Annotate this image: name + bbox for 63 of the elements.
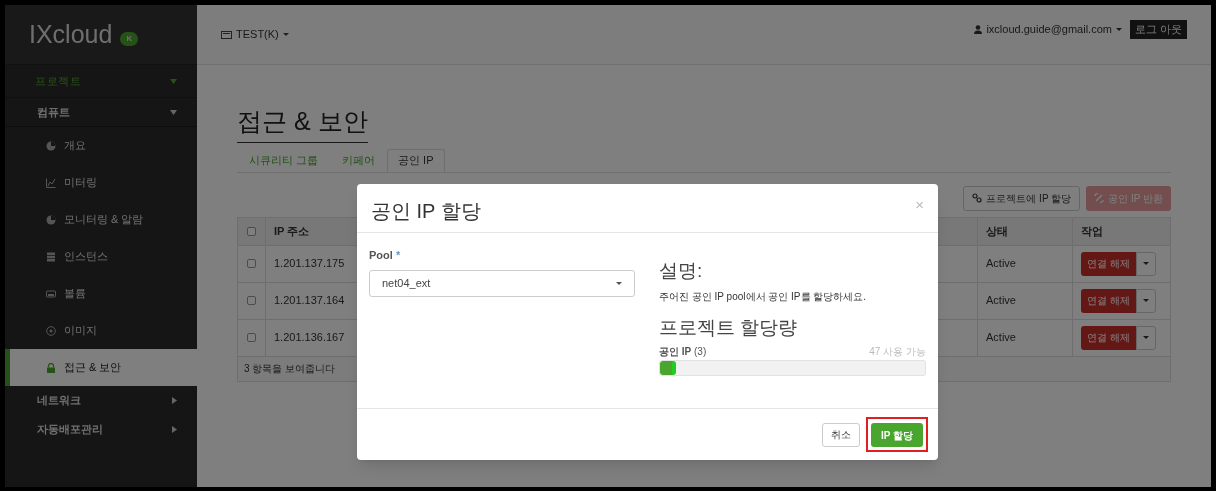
dropdown-toggle[interactable]	[1135, 251, 1156, 276]
user-icon	[974, 25, 983, 34]
dropdown-toggle[interactable]	[1135, 325, 1156, 350]
caret-right-icon	[172, 425, 177, 433]
required-mark: *	[395, 249, 401, 261]
disc-icon	[46, 325, 56, 336]
column-header: 작업	[1081, 223, 1103, 239]
select-all-checkbox[interactable]	[247, 226, 256, 236]
description-text: 주어진 공인 IP pool에서 공인 IP를 할당하세요.	[659, 289, 868, 304]
sidebar-item[interactable]: 접근 & 보안	[5, 349, 197, 386]
item-count: 3 항목을 보여줍니다	[244, 362, 336, 376]
field-label: Pool	[369, 249, 393, 261]
tab[interactable]: 키페어	[330, 148, 388, 172]
caret-right-icon	[172, 396, 177, 404]
pie-chart-icon	[46, 140, 56, 151]
row-checkbox[interactable]	[247, 296, 256, 305]
caret-down-icon	[170, 78, 177, 84]
drive-icon	[46, 288, 56, 299]
tab[interactable]: 공인 IP	[387, 148, 445, 172]
caret-icon	[1115, 28, 1122, 31]
row-checkbox[interactable]	[247, 259, 256, 268]
column-header: IP 주소	[274, 223, 310, 239]
caret-icon	[1142, 336, 1149, 339]
table-cell-text: 1.201.136.167	[274, 330, 345, 346]
table-cell-text: Active	[986, 256, 1016, 272]
quota-label: 공인 IP (3)	[659, 345, 707, 359]
table-cell-text: 1.201.137.175	[274, 256, 345, 272]
cloud-badge: K	[120, 31, 139, 46]
section-heading: 설명:	[659, 259, 704, 283]
server-icon	[46, 251, 56, 262]
close-button[interactable]: ×	[915, 197, 924, 212]
line-chart-icon	[46, 177, 56, 188]
user-menu[interactable]: ixcloud.guide@gmail.com	[974, 21, 1122, 38]
project-dropdown[interactable]: TEST(K)	[221, 26, 289, 43]
table-cell-text: Active	[986, 293, 1016, 309]
disassociate-button[interactable]: 연결 해제	[1081, 325, 1136, 350]
caret-icon	[1142, 299, 1149, 302]
disassociate-button[interactable]: 연결 해제	[1081, 288, 1136, 313]
row-checkbox[interactable]	[247, 333, 256, 342]
caret-down-icon	[170, 109, 177, 115]
caret-icon	[282, 33, 289, 36]
logout-button[interactable]: 로그 아웃	[1129, 20, 1187, 39]
column-header: 상태	[986, 223, 1008, 239]
modal-title: 공인 IP 할당	[371, 199, 481, 224]
lock-icon	[46, 362, 56, 373]
section-heading: 프로젝트 할당량	[659, 315, 799, 340]
link-icon	[972, 193, 983, 203]
unlink-icon	[1094, 193, 1105, 203]
table-cell-text: 1.201.137.164	[274, 293, 345, 309]
cancel-button[interactable]: 취소	[821, 422, 860, 447]
allocate-ip-button[interactable]: IP 할당	[870, 423, 923, 448]
allocate-to-project-button[interactable]: 프로젝트에 IP 할당	[963, 185, 1081, 211]
caret-icon	[1142, 262, 1149, 265]
tab[interactable]: 시큐리티 그룹	[237, 148, 331, 172]
dropdown-toggle[interactable]	[1135, 288, 1156, 313]
page-title: 접근 & 보안	[237, 103, 368, 143]
pie-chart-icon	[46, 214, 56, 225]
monitor-icon	[221, 30, 232, 39]
pool-select[interactable]: net04_ext	[369, 269, 635, 297]
logo-text: IXcloud	[29, 18, 113, 50]
disassociate-button[interactable]: 연결 해제	[1081, 251, 1136, 276]
table-cell-text: Active	[986, 330, 1016, 346]
caret-icon	[616, 281, 622, 285]
